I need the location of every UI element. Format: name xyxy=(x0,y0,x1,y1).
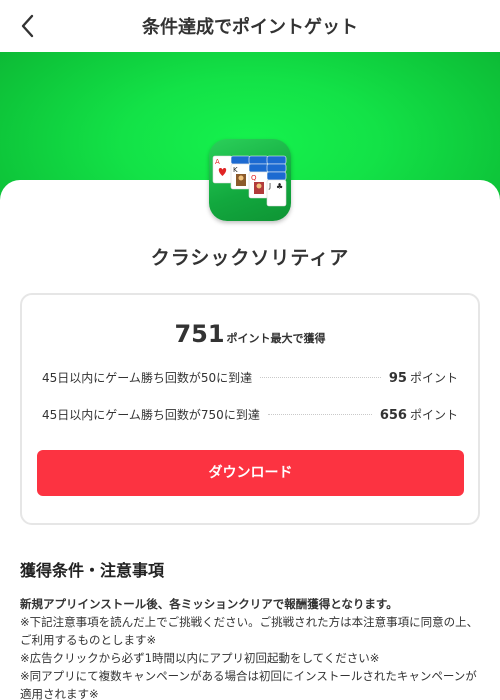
total-points-suffix: ポイント最大で獲得 xyxy=(226,332,326,345)
svg-text:♣: ♣ xyxy=(276,182,283,191)
condition-points-value: 95 xyxy=(388,370,407,386)
dotted-leader xyxy=(267,413,372,415)
top-bar: 条件達成でポイントゲット xyxy=(0,0,500,52)
svg-text:J: J xyxy=(268,182,271,190)
solitaire-cards-graphic: A K Q J ♣ xyxy=(212,155,287,207)
condition-text: 45日以内にゲーム勝ち回数が50に到達 xyxy=(42,370,253,385)
notes-line: ※下記注意事項を読んだ上でご挑戦ください。ご挑戦された方は本注意事項に同意の上、… xyxy=(20,615,479,647)
condition-text: 45日以内にゲーム勝ち回数が750に到達 xyxy=(42,407,260,422)
svg-text:A: A xyxy=(215,158,220,166)
condition-points: 656 ポイント xyxy=(380,406,458,423)
dotted-leader xyxy=(260,376,381,378)
condition-row: 45日以内にゲーム勝ち回数が750に到達 656 ポイント xyxy=(42,404,458,424)
notes-line: ※広告クリックから必ず1時間以内にアプリ初回起動をしてください※ xyxy=(20,651,380,665)
total-points: 751 ポイント最大で獲得 xyxy=(22,320,478,348)
notes-heading: 獲得条件・注意事項 xyxy=(20,561,165,580)
app-name: クラシックソリティア xyxy=(150,247,350,269)
notes-line: ※同アプリにて複数キャンペーンがある場合は初回にインストールされたキャンペーンが… xyxy=(20,669,477,700)
download-button[interactable]: ダウンロード xyxy=(37,450,464,496)
notes-lead: 新規アプリインストール後、各ミッションクリアで報酬獲得となります。 xyxy=(20,597,398,611)
svg-text:Q: Q xyxy=(251,174,257,182)
solitaire-app-icon: A K Q J ♣ xyxy=(209,139,291,221)
condition-points-value: 656 xyxy=(379,407,407,423)
condition-points-unit: ポイント xyxy=(409,370,458,385)
page-title: 条件達成でポイントゲット xyxy=(142,17,358,38)
total-points-value: 751 xyxy=(174,320,225,348)
condition-points: 95 ポイント xyxy=(389,369,458,386)
svg-text:K: K xyxy=(233,166,238,174)
condition-row: 45日以内にゲーム勝ち回数が50に到達 95 ポイント xyxy=(42,367,458,387)
reward-card: 751 ポイント最大で獲得 45日以内にゲーム勝ち回数が50に到達 95 ポイント … xyxy=(20,293,480,525)
notes-body: 新規アプリインストール後、各ミッションクリアで報酬獲得となります。 ※下記注意事… xyxy=(20,595,480,700)
condition-points-unit: ポイント xyxy=(409,407,458,422)
